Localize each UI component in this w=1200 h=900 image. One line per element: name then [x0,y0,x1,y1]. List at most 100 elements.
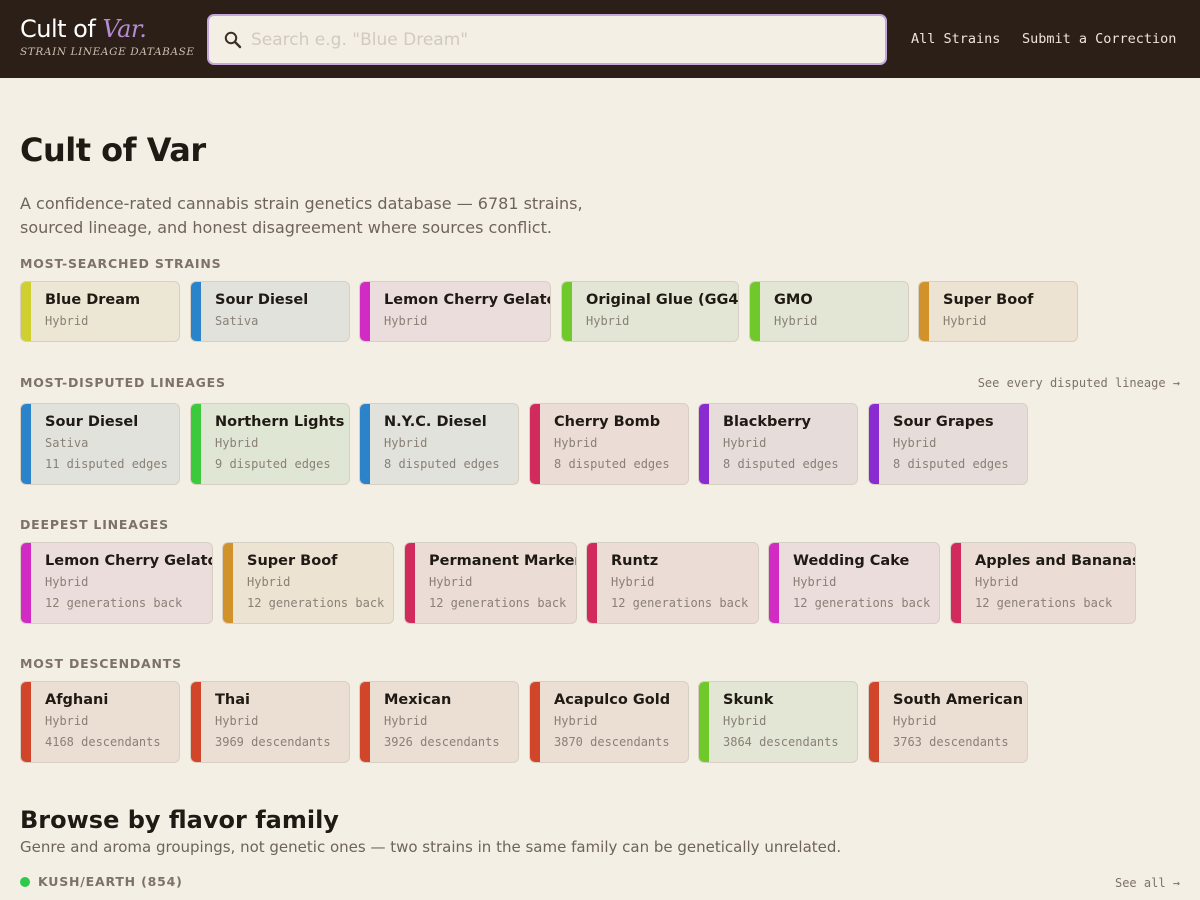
strain-color-stripe [191,404,201,484]
nav-submit-correction[interactable]: Submit a Correction [1022,31,1176,47]
strain-card[interactable]: Blue Dream Hybrid [20,281,180,342]
strain-color-stripe [769,543,779,623]
strain-color-stripe [750,282,760,341]
strain-card[interactable]: Acapulco Gold Hybrid 3870 descendants [529,681,689,763]
section-label-most-searched: MOST-SEARCHED STRAINS [20,256,222,271]
logo-text: Cult of [20,15,103,43]
strain-name: Sour Diesel [45,414,139,430]
strain-name: Northern Lights [215,414,345,430]
strain-type: Hybrid [723,714,767,728]
strain-card[interactable]: Runtz Hybrid 12 generations back [586,542,759,624]
strain-color-stripe [191,282,201,341]
flavor-family-kush-earth[interactable]: KUSH/EARTH (854) [38,874,183,889]
strain-name: Wedding Cake [793,553,910,569]
strain-card[interactable]: N.Y.C. Diesel Hybrid 8 disputed edges [359,403,519,485]
strain-name: Blue Dream [45,292,141,308]
strain-color-stripe [360,682,370,762]
strain-card[interactable]: Super Boof Hybrid [918,281,1078,342]
site-logo[interactable]: Cult of Var. STRAIN LINEAGE DATABASE [20,14,195,58]
strain-color-stripe [562,282,572,341]
strain-card[interactable]: GMO Hybrid [749,281,909,342]
strain-stat: 12 generations back [611,596,749,610]
nav-all-strains[interactable]: All Strains [911,31,1000,47]
strain-type: Hybrid [384,714,428,728]
logo-wordmark: Cult of Var. [20,14,195,44]
strain-stat: 3864 descendants [723,735,839,749]
strain-type: Sativa [45,436,89,450]
strain-stat: 9 disputed edges [215,457,331,471]
strain-type: Hybrid [943,314,987,328]
strain-type: Hybrid [793,575,837,589]
strain-type: Hybrid [554,436,598,450]
strain-stat: 12 generations back [793,596,931,610]
strain-color-stripe [699,404,709,484]
strain-name: Mexican [384,692,452,708]
strain-card[interactable]: Sour Diesel Sativa [190,281,350,342]
strain-card[interactable]: Lemon Cherry Gelato Hybrid 12 generations … [20,542,213,624]
strain-name: Sour Grapes [893,414,994,430]
strain-stat: 4168 descendants [45,735,161,749]
strain-card[interactable]: Cherry Bomb Hybrid 8 disputed edges [529,403,689,485]
strain-card[interactable]: Northern Lights Hybrid 9 disputed edges [190,403,350,485]
strain-color-stripe [699,682,709,762]
strain-card[interactable]: Apples and Bananas Hybrid 12 generations b… [950,542,1136,624]
section-label-deepest: DEEPEST LINEAGES [20,517,169,532]
strain-name: South American [893,692,1024,708]
strain-card[interactable]: Skunk Hybrid 3864 descendants [698,681,858,763]
strain-type: Hybrid [611,575,655,589]
strain-color-stripe [869,682,879,762]
strain-name: Lemon Cherry Gelato [384,292,551,308]
strain-card[interactable]: Mexican Hybrid 3926 descendants [359,681,519,763]
strain-name: Sour Diesel [215,292,309,308]
strain-card[interactable]: Wedding Cake Hybrid 12 generations back [768,542,940,624]
strain-name: Lemon Cherry Gelato [45,553,213,569]
strain-name: Blackberry [723,414,812,430]
strain-type: Hybrid [723,436,767,450]
strain-type: Hybrid [384,436,428,450]
strain-stat: 8 disputed edges [554,457,670,471]
strain-card[interactable]: Lemon Cherry Gelato Hybrid [359,281,551,342]
strain-name: Apples and Bananas [975,553,1136,569]
strain-card[interactable]: Blackberry Hybrid 8 disputed edges [698,403,858,485]
strain-color-stripe [21,282,31,341]
browse-description: Genre and aroma groupings, not genetic o… [20,838,842,856]
strain-stat: 11 disputed edges [45,457,168,471]
search-input[interactable] [251,24,871,56]
strain-type: Hybrid [774,314,818,328]
strain-stat: 3763 descendants [893,735,1009,749]
strain-card[interactable]: Sour Grapes Hybrid 8 disputed edges [868,403,1028,485]
strain-color-stripe [405,543,415,623]
top-bar: Cult of Var. STRAIN LINEAGE DATABASE All… [0,0,1200,78]
strain-stat: 8 disputed edges [893,457,1009,471]
strain-color-stripe [951,543,961,623]
strain-name: N.Y.C. Diesel [384,414,487,430]
strain-color-stripe [530,682,540,762]
strain-card[interactable]: Thai Hybrid 3969 descendants [190,681,350,763]
strain-name: Skunk [723,692,774,708]
strain-color-stripe [360,282,370,341]
strain-card[interactable]: Afghani Hybrid 4168 descendants [20,681,180,763]
strain-card[interactable]: Original Glue (GG4) Hybrid [561,281,739,342]
strain-type: Sativa [215,314,259,328]
search-box[interactable] [207,14,887,65]
family-color-dot [20,877,30,887]
strain-color-stripe [21,404,31,484]
strain-name: Acapulco Gold [554,692,671,708]
strain-type: Hybrid [45,714,89,728]
strain-stat: 3969 descendants [215,735,331,749]
strain-color-stripe [223,543,233,623]
see-disputed-link[interactable]: See every disputed lineage → [978,376,1180,390]
strain-stat: 3870 descendants [554,735,670,749]
see-all-link[interactable]: See all → [1115,876,1180,890]
strain-type: Hybrid [893,714,937,728]
strain-name: Super Boof [247,553,338,569]
strain-card[interactable]: South American Hybrid 3763 descendants [868,681,1028,763]
strain-color-stripe [869,404,879,484]
strain-card[interactable]: Super Boof Hybrid 12 generations back [222,542,394,624]
section-label-most-disputed: MOST-DISPUTED LINEAGES [20,375,226,390]
strain-card[interactable]: Permanent Marker Hybrid 12 generations bac… [404,542,577,624]
logo-subtitle: STRAIN LINEAGE DATABASE [20,46,195,58]
strain-stat: 12 generations back [975,596,1113,610]
page-description: A confidence-rated cannabis strain genet… [20,194,583,237]
strain-card[interactable]: Sour Diesel Sativa 11 disputed edges [20,403,180,485]
